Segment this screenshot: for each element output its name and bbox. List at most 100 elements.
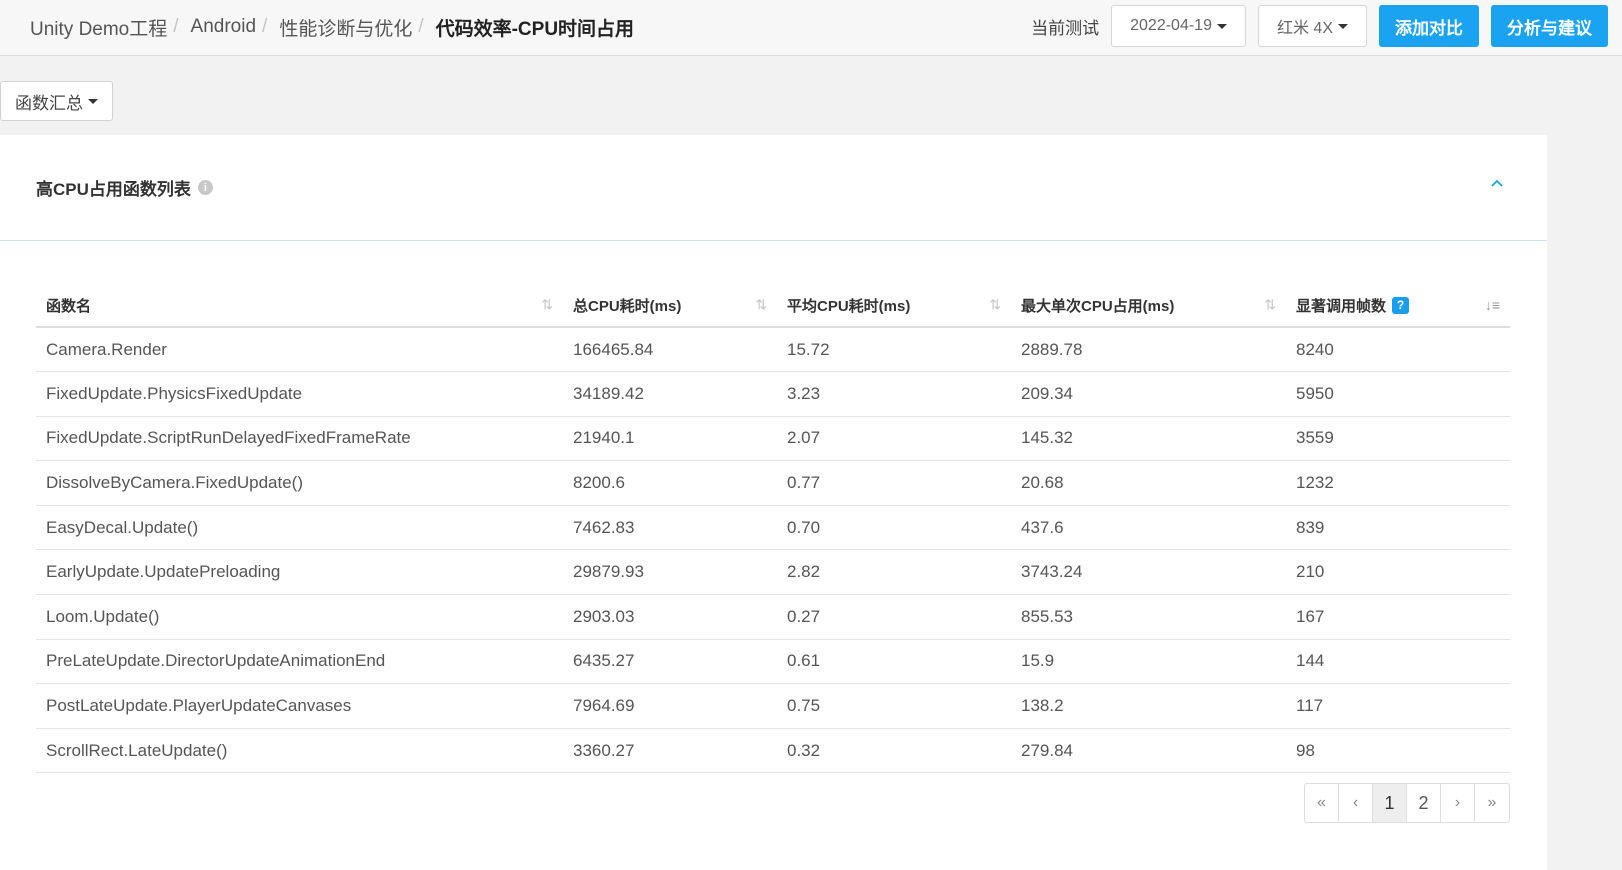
current-test-label: 当前测试 bbox=[1031, 18, 1100, 38]
breadcrumb-item-section[interactable]: 性能诊断与优化 bbox=[279, 14, 412, 41]
page-1-button[interactable]: 1 bbox=[1373, 784, 1407, 822]
function-name-link[interactable]: FixedUpdate.ScriptRunDelayedFixedFrameRa… bbox=[36, 416, 563, 461]
breadcrumb-item-project[interactable]: Unity Demo工程 bbox=[30, 14, 167, 41]
function-name-link[interactable]: DissolveByCamera.FixedUpdate() bbox=[36, 461, 563, 506]
column-header-frames[interactable]: 显著调用帧数? ↓≡ bbox=[1286, 284, 1510, 328]
column-header-max-cpu[interactable]: 最大单次CPU占用(ms) ⇅ bbox=[1011, 284, 1286, 328]
frames-cell: 167 bbox=[1296, 606, 1325, 626]
add-compare-button[interactable]: 添加对比 bbox=[1379, 5, 1479, 47]
frames-cell: 1232 bbox=[1296, 473, 1334, 493]
pagination: « ‹ 1 2 › » bbox=[1304, 783, 1510, 823]
max-cpu-cell: 15.9 bbox=[1021, 651, 1055, 671]
table-row: PostLateUpdate.PlayerUpdateCanvases 7964.… bbox=[36, 684, 1510, 729]
table-row: PreLateUpdate.DirectorUpdateAnimationEnd… bbox=[36, 639, 1510, 684]
total-cpu-cell: 3360.27 bbox=[573, 740, 635, 760]
sort-icon[interactable]: ⇅ bbox=[755, 297, 767, 314]
total-cpu-cell: 29879.93 bbox=[573, 562, 644, 582]
column-header-total-cpu[interactable]: 总CPU耗时(ms) ⇅ bbox=[563, 284, 777, 328]
cpu-function-table: 函数名 ⇅ 总CPU耗时(ms) ⇅ 平均CPU耗时(ms) ⇅ 最大单次CPU占用(… bbox=[36, 284, 1510, 773]
function-name-link[interactable]: Camera.Render bbox=[36, 327, 563, 372]
avg-cpu-cell: 2.82 bbox=[787, 562, 821, 582]
next-page-button[interactable]: › bbox=[1441, 784, 1475, 822]
avg-cpu-cell: 15.72 bbox=[787, 339, 830, 359]
max-cpu-cell: 3743.24 bbox=[1021, 562, 1083, 582]
frames-cell: 8240 bbox=[1296, 339, 1334, 359]
table-body: Camera.Render 166465.84 15.72 2889.78 8240 Fi… bbox=[36, 327, 1510, 773]
avg-cpu-cell: 3.23 bbox=[787, 383, 821, 403]
header-actions: 当前测试 2022-04-19 红米 4X 添加对比 分析与建议 bbox=[1031, 4, 1608, 48]
function-summary-dropdown[interactable]: 函数汇总 bbox=[0, 81, 113, 121]
frames-cell: 98 bbox=[1296, 740, 1315, 760]
device-dropdown[interactable]: 红米 4X bbox=[1257, 5, 1367, 47]
help-icon[interactable]: ? bbox=[1392, 296, 1410, 314]
panel-title: 高CPU占用函数列表 i bbox=[36, 175, 213, 200]
caret-down-icon bbox=[1338, 23, 1348, 29]
total-cpu-cell: 21940.1 bbox=[573, 428, 635, 448]
function-name-link[interactable]: Loom.Update() bbox=[36, 595, 563, 640]
sort-icon[interactable]: ⇅ bbox=[1264, 297, 1276, 314]
max-cpu-cell: 138.2 bbox=[1021, 696, 1064, 716]
max-cpu-cell: 437.6 bbox=[1021, 517, 1064, 537]
frames-cell: 839 bbox=[1296, 517, 1325, 537]
table-row: FixedUpdate.PhysicsFixedUpdate 34189.42 3.… bbox=[36, 372, 1510, 417]
frames-cell: 3559 bbox=[1296, 428, 1334, 448]
caret-down-icon bbox=[1216, 23, 1227, 29]
breadcrumb: Unity Demo工程 / Android / 性能诊断与优化 / 代码效率-CPU… bbox=[30, 0, 634, 54]
table-header-row: 函数名 ⇅ 总CPU耗时(ms) ⇅ 平均CPU耗时(ms) ⇅ 最大单次CPU占用(… bbox=[36, 284, 1510, 328]
function-summary-label: 函数汇总 bbox=[15, 93, 83, 113]
table-row: EarlyUpdate.UpdatePreloading 29879.93 2.82… bbox=[36, 550, 1510, 595]
frames-cell: 5950 bbox=[1296, 383, 1334, 403]
avg-cpu-cell: 0.61 bbox=[787, 651, 821, 671]
first-page-button[interactable]: « bbox=[1305, 784, 1339, 822]
frames-cell: 144 bbox=[1296, 651, 1325, 671]
caret-down-icon bbox=[88, 98, 98, 104]
column-header-function-name[interactable]: 函数名 ⇅ bbox=[36, 284, 563, 328]
function-name-link[interactable]: ScrollRect.LateUpdate() bbox=[36, 728, 563, 773]
total-cpu-cell: 7964.69 bbox=[573, 696, 635, 716]
function-name-link[interactable]: EasyDecal.Update() bbox=[36, 505, 563, 550]
page-2-button[interactable]: 2 bbox=[1407, 784, 1441, 822]
date-dropdown[interactable]: 2022-04-19 bbox=[1111, 5, 1246, 47]
table-row: Camera.Render 166465.84 15.72 2889.78 8240 bbox=[36, 327, 1510, 372]
max-cpu-cell: 2889.78 bbox=[1021, 339, 1083, 359]
max-cpu-cell: 145.32 bbox=[1021, 428, 1073, 448]
total-cpu-cell: 166465.84 bbox=[573, 339, 654, 359]
total-cpu-cell: 8200.6 bbox=[573, 473, 625, 493]
avg-cpu-cell: 0.32 bbox=[787, 740, 821, 760]
max-cpu-cell: 855.53 bbox=[1021, 606, 1073, 626]
max-cpu-cell: 279.84 bbox=[1021, 740, 1073, 760]
function-name-link[interactable]: PreLateUpdate.DirectorUpdateAnimationEnd bbox=[36, 639, 563, 684]
function-name-link[interactable]: FixedUpdate.PhysicsFixedUpdate bbox=[36, 372, 563, 417]
breadcrumb-item-platform[interactable]: Android bbox=[191, 16, 257, 38]
prev-page-button[interactable]: ‹ bbox=[1339, 784, 1373, 822]
total-cpu-cell: 7462.83 bbox=[573, 517, 635, 537]
avg-cpu-cell: 0.70 bbox=[787, 517, 821, 537]
sort-icon[interactable]: ⇅ bbox=[541, 297, 553, 314]
info-icon[interactable]: i bbox=[197, 180, 213, 195]
table-row: EasyDecal.Update() 7462.83 0.70 437.6 839 bbox=[36, 505, 1510, 550]
column-header-label: 平均CPU耗时(ms) bbox=[787, 297, 911, 315]
breadcrumb-separator: / bbox=[173, 16, 179, 37]
chevron-up-icon[interactable] bbox=[1489, 175, 1505, 191]
sort-icon[interactable]: ⇅ bbox=[989, 297, 1001, 314]
date-dropdown-value: 2022-04-19 bbox=[1130, 17, 1212, 34]
total-cpu-cell: 6435.27 bbox=[573, 651, 635, 671]
avg-cpu-cell: 2.07 bbox=[787, 428, 821, 448]
function-name-link[interactable]: PostLateUpdate.PlayerUpdateCanvases bbox=[36, 684, 563, 729]
column-header-avg-cpu[interactable]: 平均CPU耗时(ms) ⇅ bbox=[777, 284, 1011, 328]
last-page-button[interactable]: » bbox=[1475, 784, 1509, 822]
analysis-button[interactable]: 分析与建议 bbox=[1491, 5, 1608, 47]
panel-header: 高CPU占用函数列表 i bbox=[0, 135, 1547, 241]
panel-title-text: 高CPU占用函数列表 bbox=[36, 180, 191, 199]
function-name-link[interactable]: EarlyUpdate.UpdatePreloading bbox=[36, 550, 563, 595]
device-dropdown-value: 红米 4X bbox=[1276, 20, 1333, 37]
sort-descending-icon[interactable]: ↓≡ bbox=[1485, 297, 1500, 313]
avg-cpu-cell: 0.27 bbox=[787, 606, 821, 626]
avg-cpu-cell: 0.75 bbox=[787, 696, 821, 716]
frames-cell: 210 bbox=[1296, 562, 1325, 582]
table-row: FixedUpdate.ScriptRunDelayedFixedFrameRa… bbox=[36, 416, 1510, 461]
top-bar: Unity Demo工程 / Android / 性能诊断与优化 / 代码效率-CPU… bbox=[0, 0, 1622, 56]
column-header-label: 最大单次CPU占用(ms) bbox=[1021, 297, 1175, 315]
table-row: Loom.Update() 2903.03 0.27 855.53 167 bbox=[36, 595, 1510, 640]
avg-cpu-cell: 0.77 bbox=[787, 473, 821, 493]
